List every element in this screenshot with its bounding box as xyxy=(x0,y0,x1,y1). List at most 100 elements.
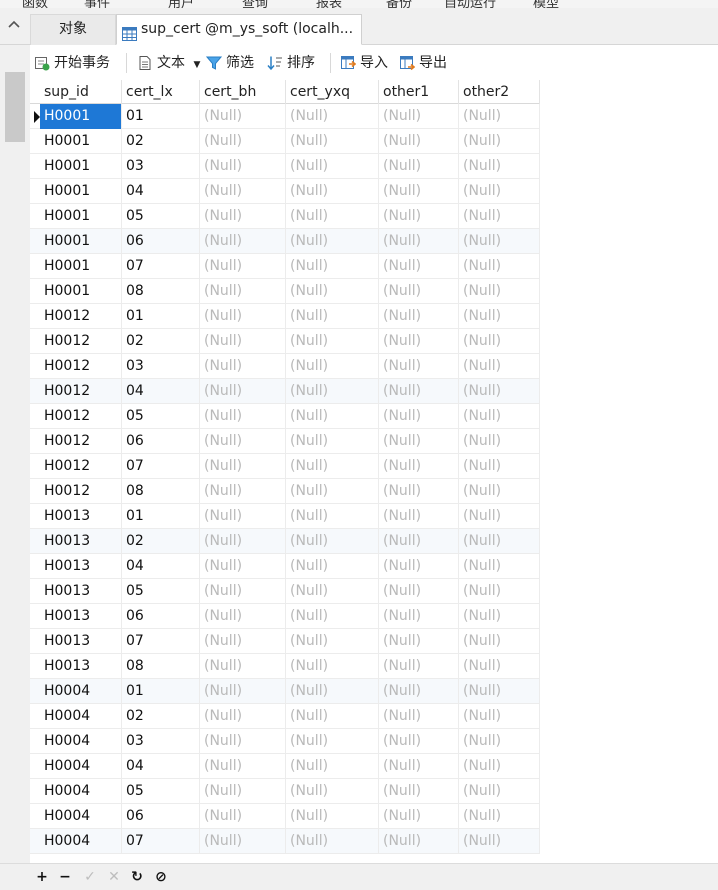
cell-null[interactable]: (Null) xyxy=(379,504,459,529)
cell-null[interactable]: (Null) xyxy=(286,129,379,154)
cell-null[interactable]: (Null) xyxy=(200,204,286,229)
menu-item-automation[interactable]: 自动运行 xyxy=(444,0,496,8)
cell-sup-id[interactable]: H0001 xyxy=(40,279,122,304)
left-scroll-thumb[interactable] xyxy=(5,72,25,142)
cell-sup-id[interactable]: H0001 xyxy=(40,179,122,204)
table-row[interactable]: H0004 06 (Null) (Null) (Null) (Null) xyxy=(30,804,540,829)
cell-null[interactable]: (Null) xyxy=(459,354,540,379)
table-row[interactable]: H0013 07 (Null) (Null) (Null) (Null) xyxy=(30,629,540,654)
cell-sup-id[interactable]: H0004 xyxy=(40,729,122,754)
cell-null[interactable]: (Null) xyxy=(286,804,379,829)
cell-null[interactable]: (Null) xyxy=(200,404,286,429)
cell-null[interactable]: (Null) xyxy=(200,804,286,829)
import-button[interactable]: 导入 xyxy=(340,52,388,74)
cell-cert-lx[interactable]: 01 xyxy=(122,304,200,329)
cell-cert-lx[interactable]: 02 xyxy=(122,329,200,354)
cell-sup-id[interactable]: H0013 xyxy=(40,554,122,579)
cell-null[interactable]: (Null) xyxy=(286,229,379,254)
cell-null[interactable]: (Null) xyxy=(286,779,379,804)
cell-sup-id[interactable]: H0012 xyxy=(40,454,122,479)
table-row[interactable]: H0001 01 (Null) (Null) (Null) (Null) xyxy=(30,104,540,129)
cell-null[interactable]: (Null) xyxy=(200,104,286,129)
menu-item-reports[interactable]: 报表 xyxy=(316,0,342,8)
text-button[interactable]: 文本 ▼ xyxy=(137,52,200,74)
cell-sup-id[interactable]: H0004 xyxy=(40,829,122,854)
cell-null[interactable]: (Null) xyxy=(286,404,379,429)
cell-null[interactable]: (Null) xyxy=(200,629,286,654)
cell-sup-id[interactable]: H0001 xyxy=(40,154,122,179)
menu-item-functions[interactable]: 函数 xyxy=(22,0,48,8)
cell-null[interactable]: (Null) xyxy=(459,104,540,129)
cell-null[interactable]: (Null) xyxy=(286,679,379,704)
cell-sup-id[interactable]: H0001 xyxy=(40,129,122,154)
cell-cert-lx[interactable]: 05 xyxy=(122,204,200,229)
cell-null[interactable]: (Null) xyxy=(459,454,540,479)
cell-null[interactable]: (Null) xyxy=(200,179,286,204)
filter-button[interactable]: 筛选 xyxy=(205,52,254,74)
table-row[interactable]: H0001 05 (Null) (Null) (Null) (Null) xyxy=(30,204,540,229)
cell-null[interactable]: (Null) xyxy=(200,654,286,679)
cell-cert-lx[interactable]: 06 xyxy=(122,604,200,629)
cell-null[interactable]: (Null) xyxy=(459,379,540,404)
cell-null[interactable]: (Null) xyxy=(459,629,540,654)
cell-null[interactable]: (Null) xyxy=(200,679,286,704)
cell-null[interactable]: (Null) xyxy=(286,604,379,629)
cell-null[interactable]: (Null) xyxy=(200,579,286,604)
cell-sup-id[interactable]: H0012 xyxy=(40,329,122,354)
cell-null[interactable]: (Null) xyxy=(286,829,379,854)
cell-cert-lx[interactable]: 03 xyxy=(122,729,200,754)
cell-null[interactable]: (Null) xyxy=(286,579,379,604)
table-row[interactable]: H0001 03 (Null) (Null) (Null) (Null) xyxy=(30,154,540,179)
cell-sup-id[interactable]: H0001 xyxy=(40,104,122,129)
cell-null[interactable]: (Null) xyxy=(379,604,459,629)
table-row[interactable]: H0012 02 (Null) (Null) (Null) (Null) xyxy=(30,329,540,354)
menu-item-model[interactable]: 模型 xyxy=(533,0,559,8)
table-row[interactable]: H0012 07 (Null) (Null) (Null) (Null) xyxy=(30,454,540,479)
table-row[interactable]: H0013 05 (Null) (Null) (Null) (Null) xyxy=(30,579,540,604)
table-row[interactable]: H0001 07 (Null) (Null) (Null) (Null) xyxy=(30,254,540,279)
cell-null[interactable]: (Null) xyxy=(286,204,379,229)
cell-null[interactable]: (Null) xyxy=(459,479,540,504)
cell-cert-lx[interactable]: 05 xyxy=(122,404,200,429)
column-header-cert-bh[interactable]: cert_bh xyxy=(200,80,286,104)
cell-null[interactable]: (Null) xyxy=(200,254,286,279)
cell-null[interactable]: (Null) xyxy=(459,554,540,579)
cell-sup-id[interactable]: H0013 xyxy=(40,654,122,679)
cell-cert-lx[interactable]: 01 xyxy=(122,104,200,129)
cell-null[interactable]: (Null) xyxy=(286,729,379,754)
column-header-other1[interactable]: other1 xyxy=(379,80,459,104)
cell-null[interactable]: (Null) xyxy=(379,429,459,454)
cell-null[interactable]: (Null) xyxy=(200,304,286,329)
cell-null[interactable]: (Null) xyxy=(200,154,286,179)
cell-sup-id[interactable]: H0001 xyxy=(40,204,122,229)
cell-null[interactable]: (Null) xyxy=(379,629,459,654)
cell-cert-lx[interactable]: 04 xyxy=(122,554,200,579)
cell-null[interactable]: (Null) xyxy=(459,804,540,829)
cell-null[interactable]: (Null) xyxy=(379,154,459,179)
cell-cert-lx[interactable]: 06 xyxy=(122,429,200,454)
cell-null[interactable]: (Null) xyxy=(286,629,379,654)
cell-null[interactable]: (Null) xyxy=(459,529,540,554)
cell-null[interactable]: (Null) xyxy=(286,704,379,729)
tab-objects[interactable]: 对象 xyxy=(30,14,116,45)
export-button[interactable]: 导出 xyxy=(399,52,447,74)
cell-null[interactable]: (Null) xyxy=(200,354,286,379)
column-header-other2[interactable]: other2 xyxy=(459,80,540,104)
cell-null[interactable]: (Null) xyxy=(286,529,379,554)
cell-null[interactable]: (Null) xyxy=(200,604,286,629)
cell-null[interactable]: (Null) xyxy=(459,679,540,704)
table-row[interactable]: H0004 03 (Null) (Null) (Null) (Null) xyxy=(30,729,540,754)
menu-item-queries[interactable]: 查询 xyxy=(242,0,268,8)
cell-cert-lx[interactable]: 02 xyxy=(122,704,200,729)
cell-null[interactable]: (Null) xyxy=(286,429,379,454)
cell-null[interactable]: (Null) xyxy=(379,129,459,154)
cell-null[interactable]: (Null) xyxy=(200,729,286,754)
table-row[interactable]: H0004 04 (Null) (Null) (Null) (Null) xyxy=(30,754,540,779)
cell-null[interactable]: (Null) xyxy=(200,329,286,354)
cell-sup-id[interactable]: H0012 xyxy=(40,429,122,454)
menu-item-users[interactable]: 用户 xyxy=(168,0,194,8)
cell-cert-lx[interactable]: 02 xyxy=(122,129,200,154)
table-row[interactable]: H0001 02 (Null) (Null) (Null) (Null) xyxy=(30,129,540,154)
cell-null[interactable]: (Null) xyxy=(379,379,459,404)
cell-sup-id[interactable]: H0001 xyxy=(40,254,122,279)
